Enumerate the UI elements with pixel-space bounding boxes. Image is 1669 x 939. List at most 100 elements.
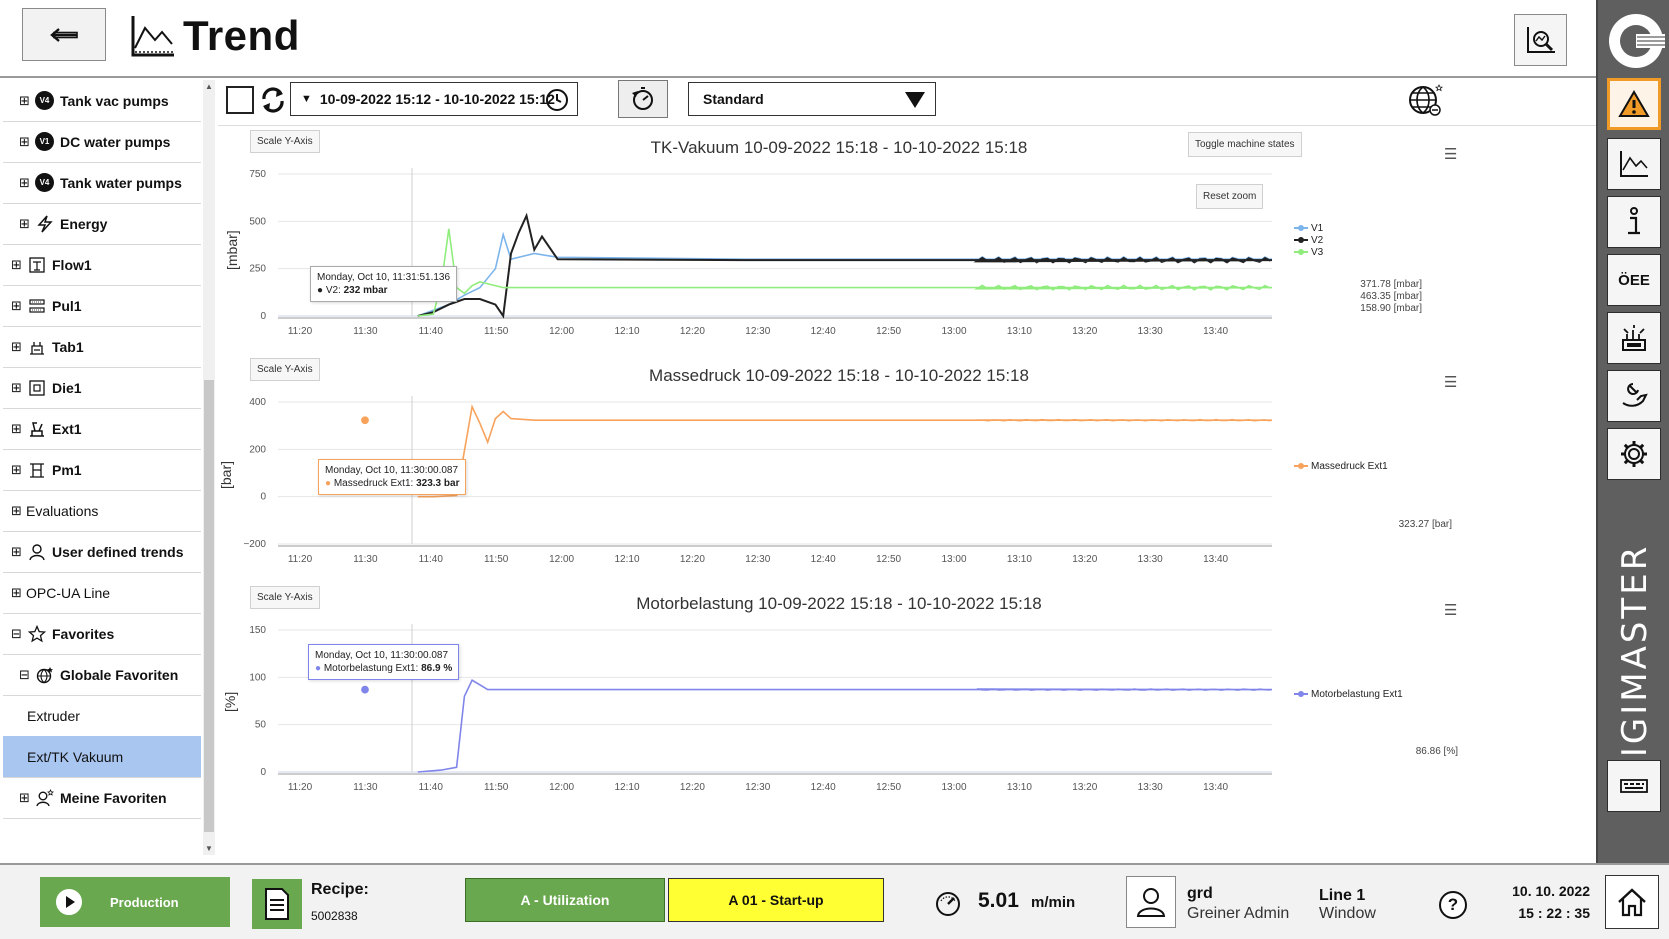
- home-button[interactable]: [1605, 875, 1659, 929]
- alarm-button[interactable]: [1607, 78, 1661, 130]
- back-button[interactable]: [22, 8, 106, 61]
- service-button[interactable]: [1607, 370, 1661, 422]
- machine-icon: [1622, 325, 1646, 351]
- help-icon[interactable]: ?: [1439, 891, 1467, 919]
- sidebar-item-extruder[interactable]: Extruder: [3, 695, 201, 737]
- expand-toggle[interactable]: ⊞: [19, 790, 31, 806]
- expand-toggle[interactable]: ⊞: [11, 544, 23, 560]
- user-icon: [28, 543, 45, 560]
- sidebar-item-flow1[interactable]: ⊞ Flow1: [3, 244, 201, 286]
- recipe-button[interactable]: [252, 879, 302, 929]
- user-button[interactable]: [1126, 876, 1176, 928]
- terminal-button[interactable]: [1607, 760, 1661, 812]
- expand-toggle[interactable]: ⊞: [11, 380, 23, 396]
- sidebar-item-tank-vac-pumps[interactable]: ⊞ V4 Tank vac pumps: [3, 80, 201, 122]
- oee-button[interactable]: ÖEE: [1607, 254, 1661, 306]
- refresh-button[interactable]: [258, 84, 288, 116]
- series-line-massedruck-ext1[interactable]: [417, 404, 1273, 498]
- x-tick-label: 13:30: [1138, 782, 1163, 793]
- x-tick-label: 11:20: [288, 326, 313, 337]
- preset-select[interactable]: Standard: [688, 82, 936, 116]
- sidebar-item-pm1[interactable]: ⊞ Pm1: [3, 449, 201, 491]
- page-title: Trend: [183, 12, 300, 59]
- time-range-select[interactable]: ▼ 10-09-2022 15:12 - 10-10-2022 15:12: [290, 82, 578, 116]
- readout-value: 86.86 [%]: [1415, 746, 1458, 757]
- select-all-checkbox[interactable]: [226, 86, 254, 114]
- collapse-toggle[interactable]: ⊟: [11, 626, 23, 642]
- sidebar-item-pul1[interactable]: ⊞ Pul1: [3, 285, 201, 327]
- sidebar-item-user-defined-trends[interactable]: ⊞ User defined trends: [3, 531, 201, 573]
- expand-toggle[interactable]: ⊞: [11, 421, 23, 437]
- chart-legend[interactable]: Massedruck Ext1: [1294, 460, 1388, 472]
- expand-toggle[interactable]: ⊞: [19, 93, 31, 109]
- trend-chart-icon: [131, 16, 174, 57]
- expand-toggle[interactable]: ⊞: [19, 175, 31, 191]
- expand-toggle[interactable]: ⊞: [19, 216, 31, 232]
- sidebar-item-opc-ua-line[interactable]: ⊞ OPC-UA Line: [3, 572, 201, 614]
- right-rail: ÖEE DIGIMASTER: [1596, 0, 1669, 863]
- chart-tk-vakuum: Scale Y-Axis TK-Vakuum 10-09-2022 15:18 …: [218, 126, 1596, 354]
- y-tick-label: 50: [255, 720, 267, 731]
- sidebar-item-die1[interactable]: ⊞ Die1: [3, 367, 201, 409]
- expand-toggle[interactable]: ⊞: [11, 298, 23, 314]
- scrollbar-thumb[interactable]: [204, 380, 214, 832]
- series-line-v2[interactable]: [417, 212, 1273, 319]
- startup-status-button[interactable]: A 01 - Start-up: [668, 878, 884, 922]
- time-travel-button[interactable]: [618, 80, 668, 118]
- expand-toggle[interactable]: ⊞: [11, 339, 23, 355]
- series-line-v1[interactable]: [417, 231, 1273, 317]
- sidebar-item-label: OPC-UA Line: [26, 584, 111, 601]
- sidebar-item-evaluations[interactable]: ⊞ Evaluations: [3, 490, 201, 532]
- trend-nav-button[interactable]: [1607, 138, 1661, 190]
- sidebar-item-dc-water-pumps[interactable]: ⊞ V1 DC water pumps: [3, 121, 201, 163]
- global-settings-button[interactable]: [1406, 82, 1446, 118]
- sidebar-item-tank-water-pumps[interactable]: ⊞ V4 Tank water pumps: [3, 162, 201, 204]
- sidebar-item-ext1[interactable]: ⊞ Ext1: [3, 408, 201, 450]
- series-line-motorbelastung-ext1[interactable]: [417, 679, 1273, 773]
- settings-button[interactable]: [1607, 428, 1661, 480]
- expand-toggle[interactable]: ⊞: [11, 462, 23, 478]
- production-button[interactable]: Production: [40, 877, 230, 927]
- readout-value: 158.90 [mbar]: [1360, 303, 1422, 314]
- sidebar-item-ext-tk-vakuum[interactable]: Ext/TK Vakuum: [3, 736, 201, 778]
- chart-plot[interactable]: 750 500 250 0 11:20 11:30 11:40 11:50 12:00 12:10…: [218, 126, 1596, 354]
- sidebar-scrollbar[interactable]: ▲ ▼: [203, 80, 215, 855]
- legend-item-v3[interactable]: V3: [1294, 246, 1323, 258]
- production-label: Production: [110, 894, 179, 910]
- expand-toggle[interactable]: ⊞: [11, 503, 23, 519]
- chart-zoom-button[interactable]: [1514, 14, 1567, 66]
- scroll-down-arrow-icon[interactable]: ▼: [205, 844, 213, 853]
- expand-toggle[interactable]: ⊞: [11, 585, 23, 601]
- x-tick-label: 12:50: [876, 326, 901, 337]
- tooltip-value: 323.3 bar: [416, 478, 460, 489]
- machine-button[interactable]: [1607, 312, 1661, 364]
- sidebar-item-tab1[interactable]: ⊞ Tab1: [3, 326, 201, 368]
- die-icon: [28, 379, 45, 396]
- sidebar-item-globale-favoriten[interactable]: ⊟ Globale Favoriten: [3, 654, 201, 696]
- sidebar-item-energy[interactable]: ⊞ Energy: [3, 203, 201, 245]
- trend-icon: [1620, 151, 1648, 177]
- legend-item-motorbelastung-ext1[interactable]: Motorbelastung Ext1: [1294, 688, 1403, 700]
- expand-toggle[interactable]: ⊞: [11, 257, 23, 273]
- chart-legend[interactable]: V1 V2 V3: [1294, 222, 1323, 258]
- chart-tooltip: Monday, Oct 10, 11:30:00.087 ● Massedruc…: [318, 459, 467, 495]
- legend-label: V3: [1311, 246, 1324, 258]
- legend-item-v2[interactable]: V2: [1294, 234, 1323, 246]
- x-tick-label: 12:10: [614, 326, 639, 337]
- scroll-up-arrow-icon[interactable]: ▲: [205, 82, 213, 91]
- sidebar-item-label: Extruder: [27, 707, 80, 724]
- utilization-status-button[interactable]: A - Utilization: [465, 878, 665, 922]
- expand-toggle[interactable]: ⊞: [19, 134, 31, 150]
- legend-item-v1[interactable]: V1: [1294, 222, 1323, 234]
- info-button[interactable]: [1607, 196, 1661, 248]
- sidebar-item-favorites[interactable]: ⊟ Favorites: [3, 613, 201, 655]
- chart-motorbelastung: Scale Y-Axis Motorbelastung 10-09-2022 1…: [218, 582, 1596, 810]
- x-tick-label: 13:30: [1138, 554, 1163, 565]
- chart-massedruck: Scale Y-Axis Massedruck 10-09-2022 15:18…: [218, 354, 1596, 582]
- x-tick-label: 12:10: [614, 554, 639, 565]
- x-tick-label: 11:50: [484, 554, 509, 565]
- collapse-toggle[interactable]: ⊟: [19, 667, 31, 683]
- chart-legend[interactable]: Motorbelastung Ext1: [1294, 688, 1403, 700]
- legend-item-massedruck-ext1[interactable]: Massedruck Ext1: [1294, 460, 1388, 472]
- sidebar-item-meine-favoriten[interactable]: ⊞ Meine Favoriten: [3, 777, 201, 819]
